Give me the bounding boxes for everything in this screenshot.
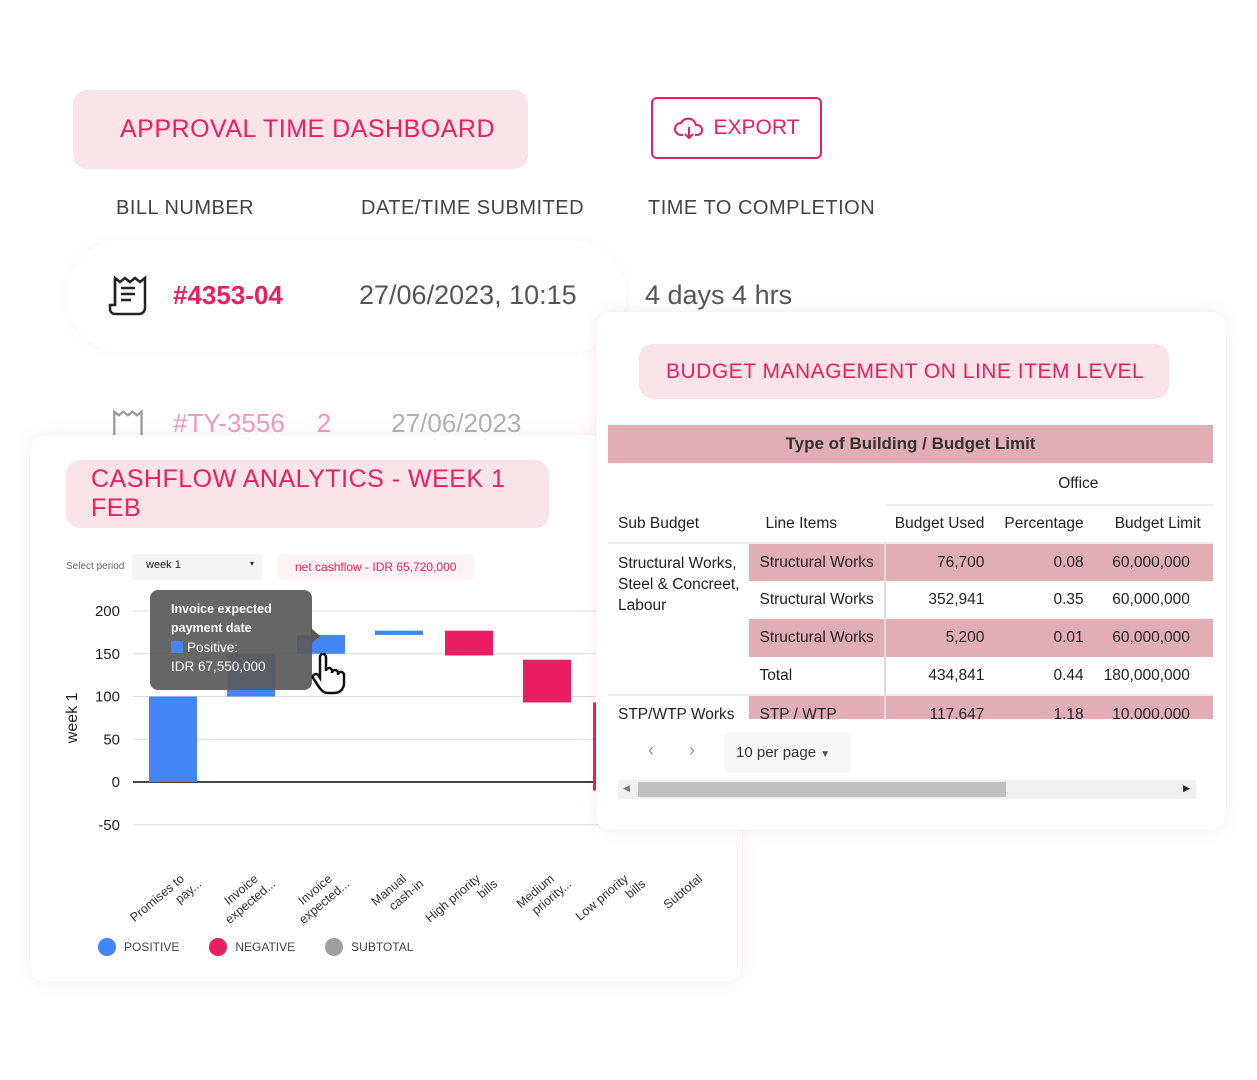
sub-budget: Structural Works, xyxy=(618,555,737,572)
line-item: Structural Works xyxy=(759,591,874,608)
sub-budget: Labour xyxy=(618,597,667,614)
header-budget-limit: Budget Limit xyxy=(1114,515,1201,532)
y-tick-label: 0 xyxy=(112,774,120,791)
tooltip-series: Positive: xyxy=(187,640,239,655)
legend-dot-icon xyxy=(98,938,116,956)
y-axis-label: week 1 xyxy=(64,692,81,744)
x-tick-label: Invoiceexpected... xyxy=(213,865,278,927)
tooltip-arrow xyxy=(311,628,328,644)
legend-label: NEGATIVE xyxy=(235,940,296,954)
x-tick-label: Invoiceexpected... xyxy=(287,865,352,927)
bar-positive xyxy=(375,630,423,635)
x-tick-label: Low prioritybills xyxy=(573,865,648,935)
budget-used: 117,647 xyxy=(883,695,995,719)
building-type: Office xyxy=(884,463,1213,506)
export-button[interactable]: EXPORT xyxy=(651,97,822,159)
y-tick-label: 150 xyxy=(95,646,120,663)
total-used: 434,841 xyxy=(883,657,995,695)
time-to-completion: 4 days 4 hrs xyxy=(645,280,793,310)
budget-limit: 60,000,000 xyxy=(1093,543,1213,581)
group-header: Type of Building / Budget Limit xyxy=(608,425,1213,463)
legend-item-negative[interactable]: NEGATIVE xyxy=(209,938,295,956)
col-date-submitted: DATE/TIME SUBMITED xyxy=(361,197,585,219)
sub-budget: STP/WTP Works xyxy=(618,705,735,720)
total-limit: 180,000,000 xyxy=(1103,666,1190,684)
date-submitted: 27/06/2023, 10:15 xyxy=(359,280,577,310)
budget-used: 352,941 xyxy=(883,581,995,619)
percentage: 0.08 xyxy=(994,543,1094,581)
line-item: Structural Works xyxy=(749,619,885,657)
approval-title-text: APPROVAL TIME DASHBOARD xyxy=(120,115,496,143)
budget-card: BUDGET MANAGEMENT ON LINE ITEM LEVEL Typ… xyxy=(596,312,1226,830)
x-tick-label: Subtotal xyxy=(661,872,705,912)
bill-number[interactable]: #4353-04 xyxy=(173,280,283,311)
legend-dot-icon xyxy=(209,938,228,956)
col-time-to-completion: TIME TO COMPLETION xyxy=(648,197,876,219)
per-page-value: 10 per page xyxy=(736,744,817,761)
positive-swatch-icon xyxy=(171,641,183,653)
y-tick-label: -50 xyxy=(98,817,120,834)
percentage: 0.01 xyxy=(994,619,1094,657)
x-tick-label: Mediumpriority... xyxy=(514,865,574,922)
scroll-right-icon[interactable]: ▶ xyxy=(1183,783,1190,794)
export-label: EXPORT xyxy=(713,116,800,139)
prev-page-button[interactable]: ‹ xyxy=(648,740,654,761)
legend-item-subtotal[interactable]: SUBTOTAL xyxy=(325,938,413,956)
x-tick-label: Manualcash-in xyxy=(369,865,427,920)
scrollbar-thumb[interactable] xyxy=(638,782,1006,797)
header-line-items: Line Items xyxy=(765,514,837,532)
budget-table: Office Sub Budget Line Items Budget Used Pe… xyxy=(608,463,1213,719)
line-item: STP / WTP xyxy=(749,695,885,719)
caret-down-icon: ▼ xyxy=(820,749,831,760)
tooltip-title: Invoice expected xyxy=(171,602,272,616)
header-percentage: Percentage xyxy=(1004,515,1084,532)
next-page-button[interactable]: › xyxy=(689,740,695,761)
approval-title: APPROVAL TIME DASHBOARD xyxy=(73,90,528,169)
y-tick-label: 50 xyxy=(103,731,120,748)
y-tick-label: 200 xyxy=(95,603,120,620)
budget-limit: 60,000,000 xyxy=(1093,619,1213,657)
x-tick-label-line: High priority xyxy=(423,871,484,925)
chart-legend: POSITIVE NEGATIVE SUBTOTAL xyxy=(98,938,413,956)
y-tick-label: 100 xyxy=(95,689,120,706)
per-page-select[interactable]: 10 per page ▼ xyxy=(724,733,851,773)
tooltip-value: IDR 67,550,000 xyxy=(171,659,266,674)
budget-used: 76,700 xyxy=(883,543,995,581)
percentage: 1.18 xyxy=(994,695,1094,719)
budget-limit: 10,000,000 xyxy=(1093,695,1213,719)
horizontal-scrollbar[interactable]: ◀ ▶ xyxy=(618,780,1196,799)
line-item: Structural Works xyxy=(749,543,885,581)
scroll-left-icon[interactable]: ◀ xyxy=(623,783,630,794)
bar-negative xyxy=(445,630,493,656)
budget-title-text: BUDGET MANAGEMENT ON LINE ITEM LEVEL xyxy=(666,359,1145,383)
receipt-icon xyxy=(108,275,147,316)
percentage: 0.35 xyxy=(1053,591,1084,608)
total-percentage: 0.44 xyxy=(1053,666,1084,684)
header-budget-used: Budget Used xyxy=(894,515,985,532)
legend-item-positive[interactable]: POSITIVE xyxy=(98,938,179,956)
col-bill-number: BILL NUMBER xyxy=(116,197,255,219)
x-tick-label: Promises topay... xyxy=(127,865,204,936)
sub-budget: Steel & Concreet, xyxy=(618,576,740,593)
hand-pointer-icon xyxy=(311,653,346,695)
legend-label: POSITIVE xyxy=(124,940,180,954)
x-tick-label: High prioritybills xyxy=(423,865,500,937)
header-sub-budget: Sub Budget xyxy=(618,514,700,532)
chart-tooltip: Invoice expected payment date Positive: … xyxy=(150,590,320,690)
x-tick-label-line: Low priority xyxy=(573,871,632,923)
budget-limit: 60,000,000 xyxy=(1112,591,1190,608)
budget-used: 5,200 xyxy=(883,619,995,657)
tooltip-title-2: payment date xyxy=(171,621,252,635)
bar-positive xyxy=(149,696,197,782)
x-tick-label-line: Subtotal xyxy=(661,872,705,912)
legend-dot-icon xyxy=(325,938,344,956)
cloud-download-icon xyxy=(673,117,703,140)
bar-negative xyxy=(523,659,571,703)
total-label: Total xyxy=(759,666,793,684)
budget-title: BUDGET MANAGEMENT ON LINE ITEM LEVEL xyxy=(639,344,1169,399)
legend-label: SUBTOTAL xyxy=(351,940,414,954)
